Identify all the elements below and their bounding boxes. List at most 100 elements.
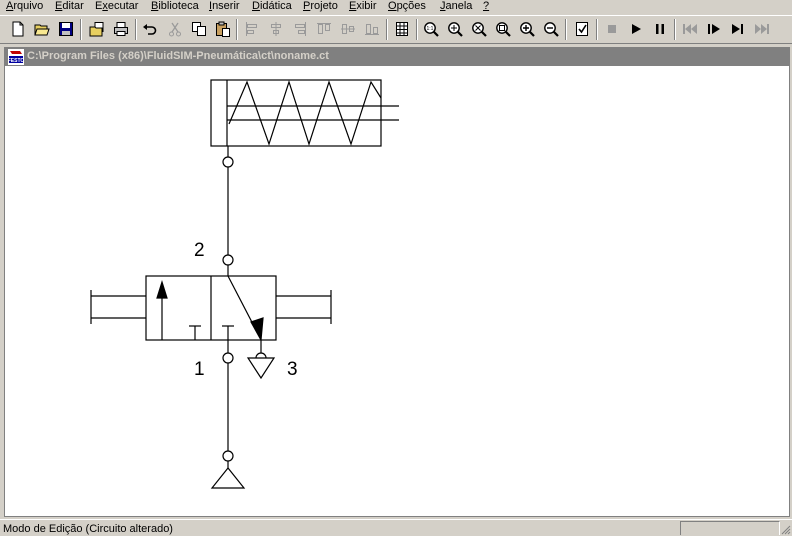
status-bar: Modo de Edição (Circuito alterado) xyxy=(0,519,792,536)
supply-connector[interactable] xyxy=(222,450,234,462)
stop-button[interactable] xyxy=(602,19,622,39)
printer-icon xyxy=(114,22,128,36)
status-pane xyxy=(680,521,780,535)
compressed-air-supply[interactable] xyxy=(210,467,246,489)
align-top-icon xyxy=(317,23,331,34)
open-project-button[interactable] xyxy=(87,19,107,39)
print-button[interactable] xyxy=(111,19,131,39)
project-folder-icon xyxy=(89,22,104,37)
return-spring xyxy=(228,80,382,146)
align-left-button[interactable] xyxy=(242,19,262,39)
skip-end-icon xyxy=(732,24,743,34)
play-icon xyxy=(632,24,641,34)
menu-inserir[interactable]: Inserir xyxy=(209,0,240,13)
rewind-icon xyxy=(683,24,697,34)
open-folder-icon xyxy=(34,24,50,36)
zoom-actual-size-button[interactable]: 1:1 xyxy=(421,19,441,39)
new-file-button[interactable] xyxy=(8,19,28,39)
new-file-icon xyxy=(12,21,24,37)
step-icon xyxy=(708,24,720,34)
festo-logo-icon: FESTO xyxy=(8,49,24,65)
check-drawing-button[interactable] xyxy=(572,19,592,39)
check-document-icon xyxy=(576,22,588,36)
toolbar: 1:1 xyxy=(0,15,792,44)
undo-button[interactable] xyxy=(140,19,160,39)
cylinder-body xyxy=(210,79,382,147)
grid-icon xyxy=(396,22,408,36)
align-middle-icon xyxy=(341,24,355,34)
menu-executar[interactable]: Executar xyxy=(95,0,138,13)
scissors-icon xyxy=(169,22,181,37)
open-file-button[interactable] xyxy=(32,19,52,39)
zoom-in-icon xyxy=(520,22,535,37)
toolbar-separator xyxy=(386,19,388,40)
zoom-window-icon xyxy=(472,22,487,37)
port-label-1: 1 xyxy=(194,359,205,380)
zoom-1-1-icon: 1:1 xyxy=(424,22,439,37)
clipboard-icon xyxy=(216,21,230,37)
valve-port-2-connector[interactable] xyxy=(222,254,234,266)
zoom-window-button[interactable] xyxy=(469,19,489,39)
svg-text:1:1: 1:1 xyxy=(427,26,434,32)
port-label-2: 2 xyxy=(194,240,205,261)
status-text: Modo de Edição (Circuito alterado) xyxy=(3,523,173,535)
zoom-fit-icon xyxy=(448,22,463,37)
cylinder-port-connector[interactable] xyxy=(222,156,234,168)
port-label-3: 3 xyxy=(287,359,298,380)
three-two-way-valve[interactable] xyxy=(90,275,332,342)
copy-icon xyxy=(192,22,206,36)
resize-grip-icon[interactable] xyxy=(780,524,791,535)
align-bottom-button[interactable] xyxy=(362,19,382,39)
window-title-bar: FESTO C:\Program Files (x86)\FluidSIM-Pn… xyxy=(5,48,789,66)
menu-opcoes[interactable]: Opções xyxy=(388,0,426,13)
toolbar-separator xyxy=(80,19,82,40)
step-mode-button[interactable] xyxy=(704,19,724,39)
zoom-previous-icon xyxy=(496,22,511,37)
copy-button[interactable] xyxy=(189,19,209,39)
toolbar-separator xyxy=(565,19,567,40)
zoom-out-button[interactable] xyxy=(541,19,561,39)
pause-icon xyxy=(656,24,664,34)
menu-editar[interactable]: Editar xyxy=(55,0,84,13)
align-top-button[interactable] xyxy=(314,19,334,39)
cut-button[interactable] xyxy=(165,19,185,39)
play-button[interactable] xyxy=(626,19,646,39)
zoom-fit-button[interactable] xyxy=(445,19,465,39)
menu-arquivo[interactable]: Arquivo xyxy=(6,0,43,13)
toolbar-separator xyxy=(416,19,418,40)
valve-port-1-connector[interactable] xyxy=(222,352,234,364)
menu-janela[interactable]: Janela xyxy=(440,0,472,13)
align-right-button[interactable] xyxy=(290,19,310,39)
menu-projeto[interactable]: Projeto xyxy=(303,0,338,13)
menu-help[interactable]: ? xyxy=(483,0,489,13)
align-bottom-icon xyxy=(365,24,379,35)
fast-forward-icon xyxy=(755,24,769,34)
exhaust-symbol[interactable] xyxy=(246,357,276,380)
undo-icon xyxy=(143,24,157,35)
reset-button[interactable] xyxy=(680,19,700,39)
menu-bar: Arquivo Editar Executar Biblioteca Inser… xyxy=(0,0,792,15)
svg-text:FESTO: FESTO xyxy=(8,58,24,64)
circuit-window: FESTO C:\Program Files (x86)\FluidSIM-Pn… xyxy=(4,47,790,517)
align-center-icon xyxy=(271,22,281,36)
pause-button[interactable] xyxy=(650,19,670,39)
menu-didatica[interactable]: Didática xyxy=(252,0,292,13)
zoom-in-button[interactable] xyxy=(517,19,537,39)
zoom-previous-button[interactable] xyxy=(493,19,513,39)
circuit-diagram: 2 1 3 xyxy=(90,79,399,489)
align-middle-button[interactable] xyxy=(338,19,358,39)
single-acting-cylinder[interactable] xyxy=(210,79,399,147)
align-left-icon xyxy=(246,22,257,36)
fast-forward-button[interactable] xyxy=(752,19,772,39)
align-center-button[interactable] xyxy=(266,19,286,39)
toolbar-separator xyxy=(135,19,137,40)
menu-biblioteca[interactable]: Biblioteca xyxy=(151,0,199,13)
menu-exibir[interactable]: Exibir xyxy=(349,0,377,13)
circuit-canvas[interactable]: 2 1 3 xyxy=(7,68,787,516)
grid-button[interactable] xyxy=(392,19,412,39)
zoom-out-icon xyxy=(544,22,559,37)
toolbar-separator xyxy=(674,19,676,40)
run-to-state-button[interactable] xyxy=(728,19,748,39)
save-button[interactable] xyxy=(56,19,76,39)
paste-button[interactable] xyxy=(213,19,233,39)
